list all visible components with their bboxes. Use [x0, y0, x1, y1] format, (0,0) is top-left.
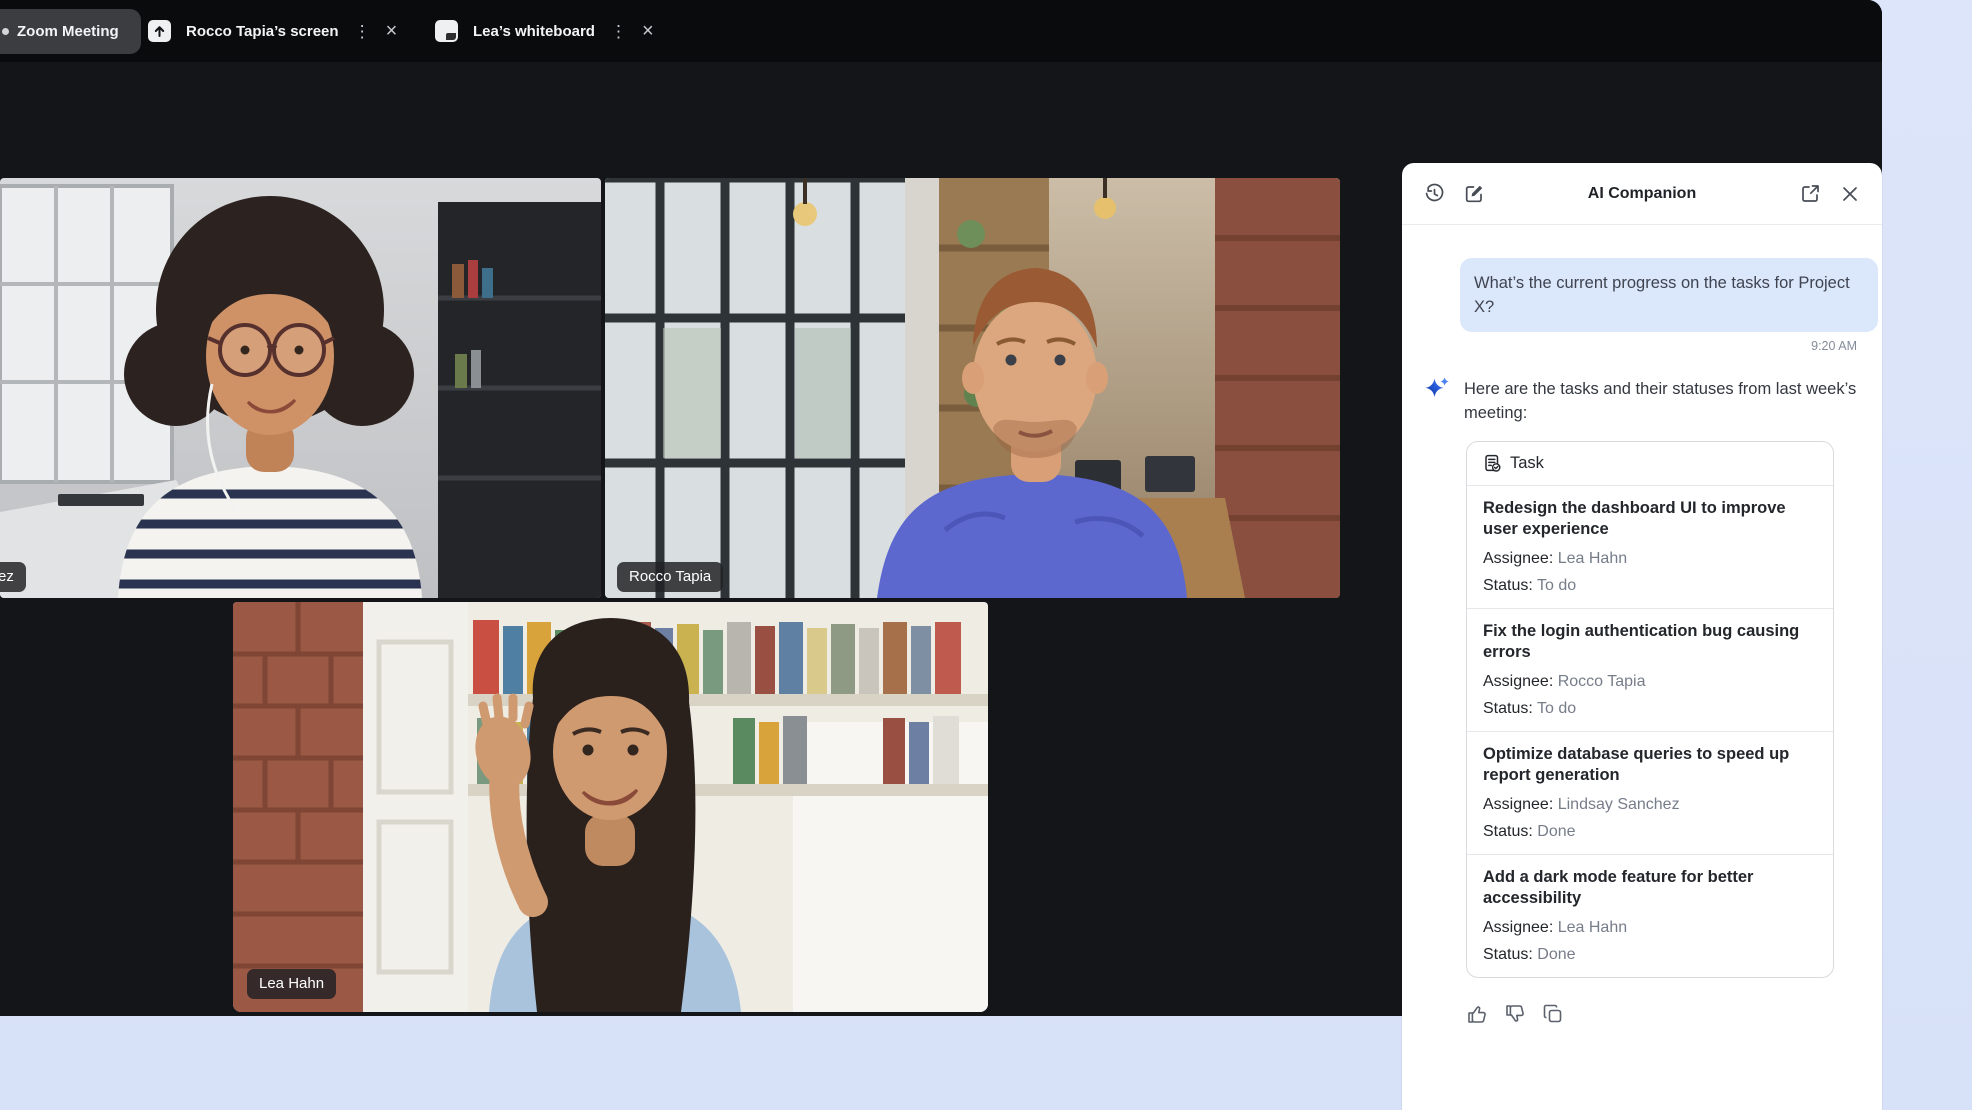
task-row: Fix the login authentication bug causing… [1467, 609, 1833, 732]
ai-companion-sparkle-icon [1422, 375, 1451, 404]
status-label: Status: [1483, 700, 1533, 717]
pop-out-icon[interactable] [1798, 182, 1822, 206]
tab-lea-whiteboard[interactable]: Lea’s whiteboard ⋮ × [435, 0, 654, 62]
status-label: Status: [1483, 823, 1533, 840]
tab-menu-icon[interactable]: ⋮ [354, 23, 371, 40]
whiteboard-icon [435, 20, 458, 42]
tab-rocco-screen-label: Rocco Tapia’s screen [186, 23, 339, 40]
assignee-value: Rocco Tapia [1558, 673, 1646, 690]
task-row: Add a dark mode feature for better acces… [1467, 855, 1833, 977]
message-timestamp: 9:20 AM [1422, 339, 1857, 353]
participant-name-tag: Lea Hahn [247, 969, 336, 999]
ai-response-text: Here are the tasks and their statuses fr… [1464, 377, 1858, 425]
chat-area: What’s the current progress on the tasks… [1402, 225, 1882, 1027]
assignee-value: Lea Hahn [1558, 919, 1627, 936]
meeting-status-dot [2, 28, 9, 35]
task-card-header-label: Task [1510, 454, 1544, 473]
task-card: Task Redesign the dashboard UI to improv… [1466, 441, 1834, 978]
response-feedback-bar [1466, 1003, 1858, 1027]
new-chat-icon[interactable] [1462, 182, 1486, 206]
status-value: Done [1537, 946, 1575, 963]
close-panel-icon[interactable] [1838, 182, 1862, 206]
participant-name-tag: Rocco Tapia [617, 562, 723, 592]
task-title: Redesign the dashboard UI to improve use… [1483, 498, 1817, 540]
status-label: Status: [1483, 946, 1533, 963]
task-title: Add a dark mode feature for better acces… [1483, 867, 1817, 909]
ai-companion-panel: AI Companion What’s the current progress… [1402, 163, 1882, 1110]
tab-lea-whiteboard-label: Lea’s whiteboard [473, 23, 595, 40]
status-value: To do [1537, 700, 1576, 717]
status-value: To do [1537, 577, 1576, 594]
participant-name-tag: ez [0, 562, 26, 592]
history-icon[interactable] [1422, 182, 1446, 206]
task-title: Optimize database queries to speed up re… [1483, 744, 1817, 786]
assignee-value: Lindsay Sanchez [1558, 796, 1680, 813]
task-row: Optimize database queries to speed up re… [1467, 732, 1833, 855]
thumbs-down-icon[interactable] [1504, 1003, 1528, 1027]
screen-share-icon [148, 20, 171, 42]
video-tile-lea: Lea Hahn [233, 602, 988, 1012]
copy-icon[interactable] [1542, 1003, 1566, 1027]
tab-menu-icon[interactable]: ⋮ [610, 23, 627, 40]
video-tile-rocco: Rocco Tapia [605, 178, 1340, 598]
task-row: Redesign the dashboard UI to improve use… [1467, 486, 1833, 609]
task-title: Fix the login authentication bug causing… [1483, 621, 1817, 663]
thumbs-up-icon[interactable] [1466, 1003, 1490, 1027]
panel-header: AI Companion [1402, 163, 1882, 225]
tab-zoom-meeting-label: Zoom Meeting [17, 23, 119, 40]
tab-rocco-screen[interactable]: Rocco Tapia’s screen ⋮ × [148, 0, 397, 62]
task-list-icon [1483, 454, 1502, 473]
tab-close-icon[interactable]: × [642, 21, 654, 41]
tab-zoom-meeting[interactable]: Zoom Meeting [0, 9, 141, 54]
status-label: Status: [1483, 577, 1533, 594]
assignee-label: Assignee: [1483, 919, 1553, 936]
assignee-value: Lea Hahn [1558, 550, 1627, 567]
task-card-header: Task [1467, 442, 1833, 486]
assignee-label: Assignee: [1483, 673, 1553, 690]
tab-close-icon[interactable]: × [386, 21, 398, 41]
tab-bar: Zoom Meeting Rocco Tapia’s screen ⋮ × Le… [0, 0, 1882, 62]
user-message-bubble: What’s the current progress on the tasks… [1460, 258, 1878, 332]
status-value: Done [1537, 823, 1575, 840]
video-tile-lindsay: ez [0, 178, 601, 598]
assignee-label: Assignee: [1483, 550, 1553, 567]
assignee-label: Assignee: [1483, 796, 1553, 813]
